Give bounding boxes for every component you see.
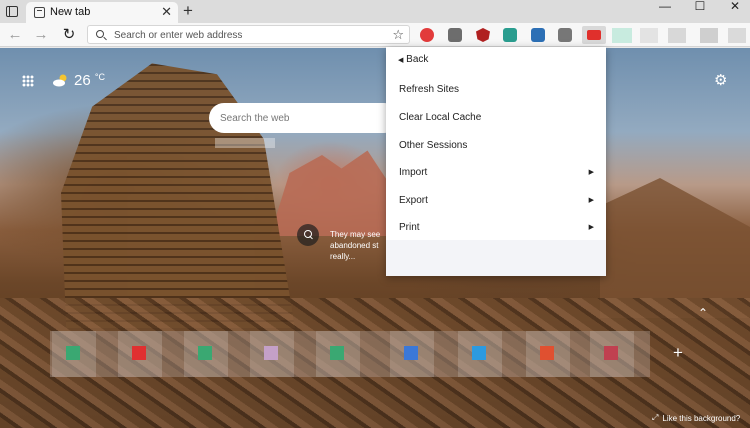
forward-button[interactable]: → (32, 26, 50, 44)
background-hill (600, 178, 750, 318)
menu-back-button[interactable]: ◀ Back (386, 47, 606, 73)
tile-favicon-icon (472, 346, 486, 360)
menu-extension-icon (587, 30, 601, 40)
blurred-extension-icon-3 (668, 28, 686, 43)
tile-favicon-icon (540, 346, 554, 360)
blurred-extension-icon-2 (640, 28, 658, 43)
tile-favicon-icon (604, 346, 618, 360)
tile-favicon-icon (330, 346, 344, 360)
maximize-button[interactable]: ☐ (683, 0, 717, 14)
extension-dropdown-menu: ◀ Back Refresh Sites Clear Local Cache O… (386, 47, 606, 276)
background-mountain (270, 150, 400, 236)
extension-icon-4[interactable] (503, 28, 517, 42)
web-search-input[interactable] (209, 103, 399, 133)
back-button[interactable]: ← (6, 26, 24, 44)
blurred-extension-icon-5 (728, 28, 746, 43)
background-info-search-icon[interactable] (297, 224, 319, 246)
temperature-value: 26 (74, 72, 91, 89)
new-tab-favicon-icon (34, 7, 45, 18)
close-tab-icon[interactable]: ✕ (161, 4, 172, 20)
address-input[interactable] (114, 28, 374, 42)
menu-item-export[interactable]: Export ▶ (386, 188, 606, 214)
tab-new-tab[interactable]: New tab ✕ (26, 2, 178, 23)
apps-grid-icon[interactable] (22, 75, 34, 87)
add-tile-button[interactable]: + (673, 343, 683, 363)
blurred-extension-icon-4 (700, 28, 718, 43)
new-tab-button[interactable]: + (180, 1, 196, 21)
menu-item-label: Back (406, 54, 429, 65)
extension-icon-1[interactable] (420, 28, 434, 42)
temperature-unit: °C (94, 72, 105, 82)
chevron-up-icon[interactable]: ⌃ (698, 306, 708, 320)
extension-icon-5[interactable] (531, 28, 545, 42)
like-background-label: Like this background? (662, 413, 741, 423)
tile-favicon-icon (66, 346, 80, 360)
speed-dial-tile[interactable] (526, 331, 570, 377)
speed-dial-tile[interactable] (316, 331, 360, 377)
menu-footer (386, 240, 606, 276)
active-extension-button[interactable] (582, 26, 606, 44)
speed-dial-tile[interactable] (590, 331, 634, 377)
menu-item-import[interactable]: Import ▶ (386, 160, 606, 186)
sidebar-toggle-icon[interactable] (6, 6, 18, 17)
menu-item-clear-local-cache[interactable]: Clear Local Cache (386, 105, 606, 131)
toolbar: ← → ↻ ☆ (0, 23, 750, 47)
expand-icon: ⤢ (652, 413, 659, 422)
tile-favicon-icon (404, 346, 418, 360)
menu-item-print[interactable]: Print ▶ (386, 215, 606, 241)
menu-item-label: Import (399, 167, 428, 178)
menu-item-refresh-sites[interactable]: Refresh Sites (386, 77, 606, 103)
extension-icon-2[interactable] (448, 28, 462, 42)
close-window-button[interactable]: ✕ (718, 0, 750, 14)
menu-item-label: Export (399, 195, 428, 206)
menu-item-other-sessions[interactable]: Other Sessions (386, 133, 606, 159)
reload-button[interactable]: ↻ (60, 26, 78, 44)
blurred-text (215, 138, 275, 148)
settings-gear-icon[interactable]: ⚙ (714, 71, 727, 89)
speed-dial-tile[interactable] (390, 331, 434, 377)
background-info-line-2: abandoned st (330, 241, 379, 250)
menu-item-label: Other Sessions (399, 140, 468, 151)
minimize-button[interactable]: — (648, 0, 682, 14)
submenu-arrow-icon: ▶ (588, 197, 594, 204)
menu-item-label: Clear Local Cache (399, 112, 482, 123)
new-tab-page: 26 °C ⚙ They may see abandoned st really… (0, 48, 750, 428)
speed-dial-tile[interactable] (118, 331, 162, 377)
title-bar: New tab ✕ + — ☐ ✕ (0, 0, 750, 23)
background-info-line-1: They may see (330, 230, 381, 239)
tab-title: New tab (50, 6, 91, 18)
background-info-line-3: really... (330, 252, 356, 261)
weather-sun-cloud-icon (53, 74, 67, 87)
menu-item-label: Print (399, 222, 420, 233)
address-bar[interactable]: ☆ (87, 25, 410, 44)
tile-favicon-icon (264, 346, 278, 360)
like-background-link[interactable]: ⤢ Like this background? (652, 413, 740, 423)
favorite-star-icon[interactable]: ☆ (392, 27, 404, 42)
search-icon (96, 30, 104, 38)
speed-dial-tiles (50, 331, 650, 377)
tile-favicon-icon (198, 346, 212, 360)
speed-dial-tile[interactable] (52, 331, 96, 377)
submenu-arrow-icon: ▶ (588, 169, 594, 176)
blurred-extension-icon-1 (612, 28, 632, 43)
speed-dial-tile[interactable] (458, 331, 502, 377)
temperature: 26 °C (74, 72, 105, 89)
tile-favicon-icon (132, 346, 146, 360)
back-arrow-icon: ◀ (398, 57, 404, 64)
submenu-arrow-icon: ▶ (588, 224, 594, 231)
speed-dial-tile[interactable] (184, 331, 228, 377)
extension-icon-6[interactable] (558, 28, 572, 42)
speed-dial-tile[interactable] (250, 331, 294, 377)
menu-item-label: Refresh Sites (399, 84, 460, 95)
background-stone-tower (61, 63, 295, 328)
shield-extension-icon[interactable] (476, 28, 490, 42)
